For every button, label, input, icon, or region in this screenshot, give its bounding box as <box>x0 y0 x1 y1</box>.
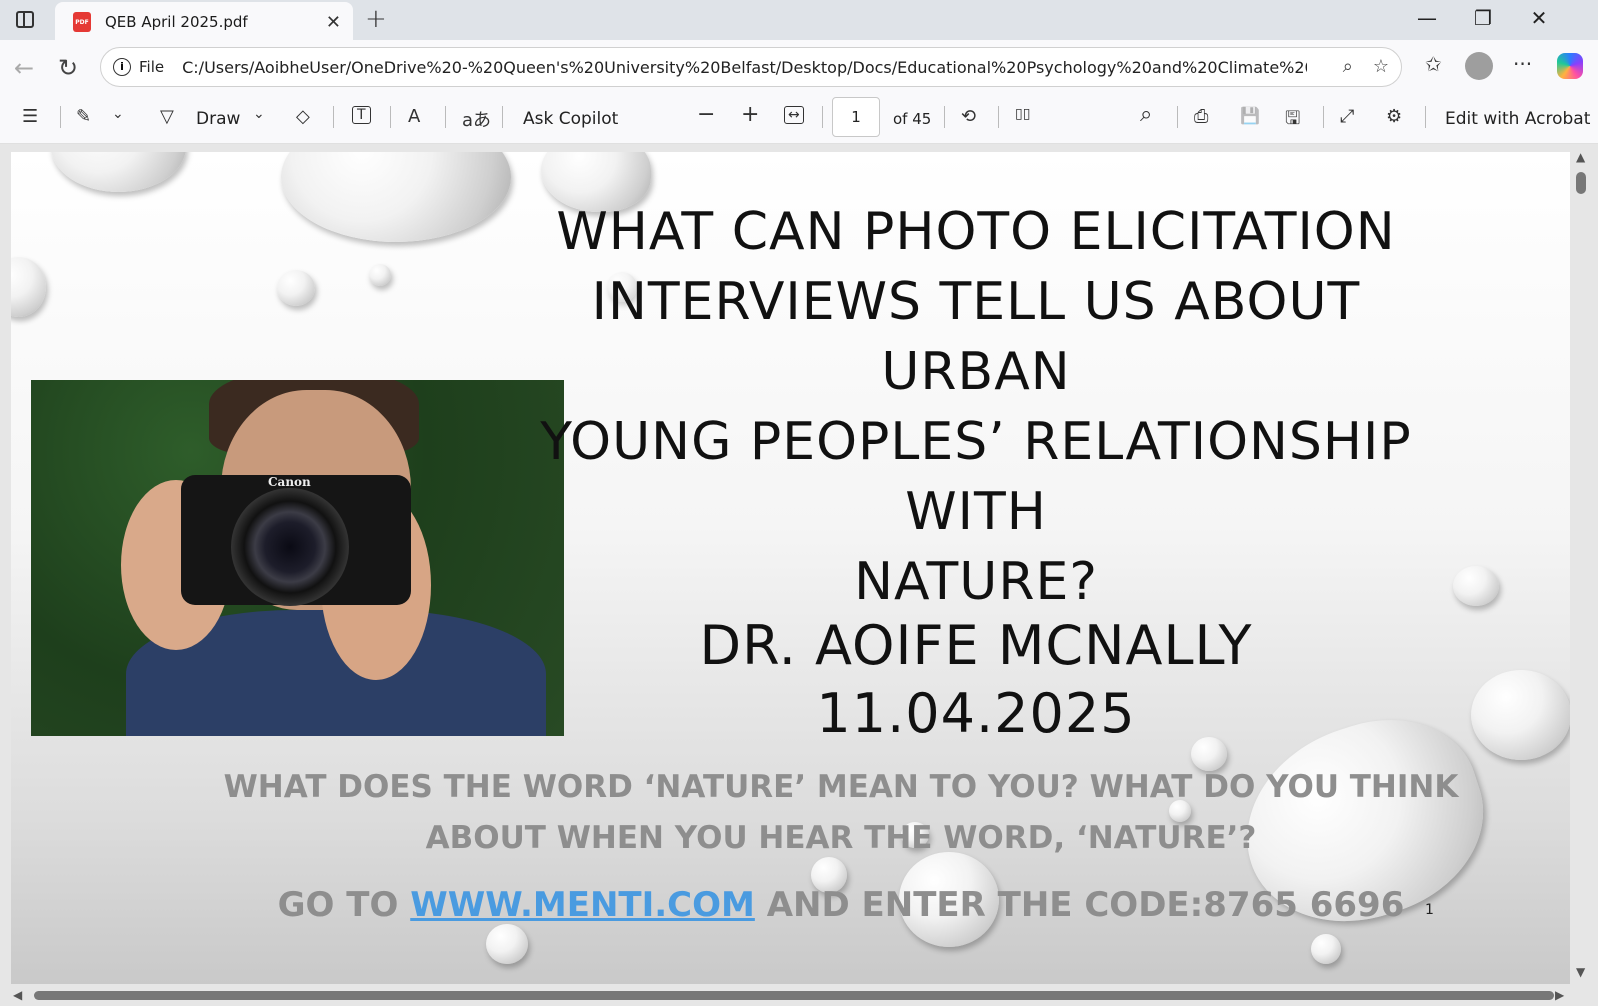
print-icon[interactable]: ⎙ <box>1194 106 1208 127</box>
restore-button[interactable]: ❐ <box>1463 6 1503 30</box>
title-line: INTERVIEWS TELL US ABOUT URBAN <box>591 272 1361 402</box>
info-icon[interactable]: i <box>113 58 131 76</box>
title-line: WHAT CAN PHOTO ELICITATION <box>556 202 1396 262</box>
water-drop <box>1471 670 1570 760</box>
scroll-left-icon[interactable]: ◀ <box>13 988 22 1002</box>
title-line: YOUNG PEOPLES’ RELATIONSHIP <box>540 412 1412 472</box>
tab-title: QEB April 2025.pdf <box>105 13 248 31</box>
new-tab-button[interactable]: + <box>365 4 387 34</box>
eraser-icon[interactable]: ◇ <box>296 106 310 127</box>
draw-button[interactable]: Draw <box>196 109 240 129</box>
divider <box>944 106 945 128</box>
menti-instructions: GO TO WWW.MENTI.COM AND ENTER THE CODE:8… <box>191 885 1491 925</box>
divider <box>333 106 334 128</box>
question-line: ABOUT WHEN YOU HEAR THE WORD, ‘NATURE’? <box>425 820 1257 856</box>
zoom-icon[interactable]: ⌕ <box>1343 56 1353 77</box>
pdf-page: Canon WHAT CAN PHOTO ELICITATION INTERVI… <box>11 152 1570 984</box>
title-line: NATURE? <box>854 552 1098 612</box>
url-bar[interactable]: i File C:/Users/AoibheUser/OneDrive%20-%… <box>100 47 1402 87</box>
copilot-icon[interactable] <box>1557 53 1583 79</box>
water-drop <box>51 152 186 192</box>
horizontal-scroll-thumb[interactable] <box>34 991 1554 1000</box>
tab-qeb-pdf[interactable]: PDF QEB April 2025.pdf ✕ <box>55 2 353 42</box>
translate-icon[interactable]: aあ <box>462 106 491 132</box>
divider <box>445 106 446 128</box>
pdf-file-icon: PDF <box>73 12 91 32</box>
menti-link[interactable]: WWW.MENTI.COM <box>410 885 755 925</box>
chevron-down-icon[interactable]: ⌄ <box>253 106 265 122</box>
divider <box>390 106 391 128</box>
back-icon[interactable]: ← <box>14 54 34 82</box>
divider <box>1425 106 1426 128</box>
scroll-down-icon[interactable]: ▼ <box>1576 965 1585 979</box>
highlight-icon[interactable]: ✎ <box>76 106 91 127</box>
fit-width-icon[interactable]: ↔ <box>784 106 804 124</box>
page-view-icon[interactable]: ▯▯ <box>1015 106 1030 122</box>
save-icon[interactable]: 💾 <box>1240 106 1260 125</box>
url-text[interactable]: C:/Users/AoibheUser/OneDrive%20-%20Queen… <box>182 58 1307 77</box>
edit-with-acrobat-button[interactable]: Edit with Acrobat <box>1445 109 1590 129</box>
water-drop <box>281 152 511 242</box>
water-drop <box>486 924 528 964</box>
camera-lens <box>231 488 349 606</box>
water-drop <box>1453 566 1499 606</box>
slide-title: WHAT CAN PHOTO ELICITATION INTERVIEWS TE… <box>501 197 1451 617</box>
vertical-scroll-thumb[interactable] <box>1576 172 1586 194</box>
presentation-date: 11.04.2025 <box>816 682 1136 745</box>
camera-brand-logo: Canon <box>268 475 311 489</box>
divider <box>502 106 503 128</box>
vertical-scrollbar[interactable]: ▲ ▼ <box>1572 150 1590 982</box>
favorite-star-icon[interactable]: ☆ <box>1373 56 1389 77</box>
title-line: WITH <box>905 482 1047 542</box>
scheme-label: File <box>139 58 165 76</box>
zoom-out-icon[interactable]: − <box>697 102 715 127</box>
photographer-image: Canon <box>31 380 564 736</box>
zoom-in-icon[interactable]: + <box>741 102 759 127</box>
page-number-input[interactable]: 1 <box>832 97 880 137</box>
more-icon[interactable]: ··· <box>1513 52 1532 76</box>
text-box-icon[interactable]: T <box>352 106 371 124</box>
ask-copilot-button[interactable]: Ask Copilot <box>523 109 618 129</box>
water-drop <box>1311 934 1341 964</box>
menti-prefix: GO TO <box>277 885 411 925</box>
scroll-right-icon[interactable]: ▶ <box>1555 988 1564 1002</box>
slide-page-number: 1 <box>1425 902 1434 918</box>
avatar[interactable] <box>1465 52 1493 80</box>
divider <box>1177 106 1178 128</box>
rotate-icon[interactable]: ⟲ <box>961 106 976 127</box>
favorites-icon[interactable]: ✩ <box>1425 52 1442 76</box>
author-block: DR. AOIFE MCNALLY 11.04.2025 <box>501 612 1451 748</box>
minimize-button[interactable]: — <box>1407 6 1447 30</box>
scroll-up-icon[interactable]: ▲ <box>1576 150 1585 164</box>
divider <box>998 106 999 128</box>
water-drop <box>277 270 315 306</box>
close-window-button[interactable]: ✕ <box>1519 6 1559 30</box>
horizontal-scrollbar[interactable]: ◀ ▶ <box>10 986 1570 1004</box>
discussion-question: WHAT DOES THE WORD ‘NATURE’ MEAN TO YOU?… <box>191 762 1491 864</box>
tab-actions-icon[interactable] <box>16 11 34 28</box>
fullscreen-icon[interactable]: ⤢ <box>1340 106 1354 127</box>
water-drop <box>369 264 391 286</box>
divider <box>60 106 61 128</box>
divider <box>1323 106 1324 128</box>
water-drop <box>11 257 46 317</box>
settings-icon[interactable]: ⚙ <box>1386 106 1402 127</box>
save-as-icon[interactable]: 🖫 <box>1285 106 1300 136</box>
contents-icon[interactable]: ☰ <box>22 106 38 127</box>
question-line: WHAT DOES THE WORD ‘NATURE’ MEAN TO YOU?… <box>223 769 1459 805</box>
tab-close-icon[interactable]: ✕ <box>326 12 341 33</box>
author-name: DR. AOIFE MCNALLY <box>699 614 1253 677</box>
menti-code: AND ENTER THE CODE:8765 6696 <box>754 885 1405 925</box>
search-icon[interactable]: ⌕ <box>1140 102 1152 127</box>
chevron-down-icon[interactable]: ⌄ <box>112 106 124 122</box>
page-total-label: of 45 <box>893 110 932 128</box>
divider <box>822 106 823 128</box>
draw-icon[interactable]: ▽ <box>160 106 174 127</box>
read-aloud-icon[interactable]: A <box>408 106 420 127</box>
refresh-icon[interactable]: ↻ <box>58 54 78 82</box>
